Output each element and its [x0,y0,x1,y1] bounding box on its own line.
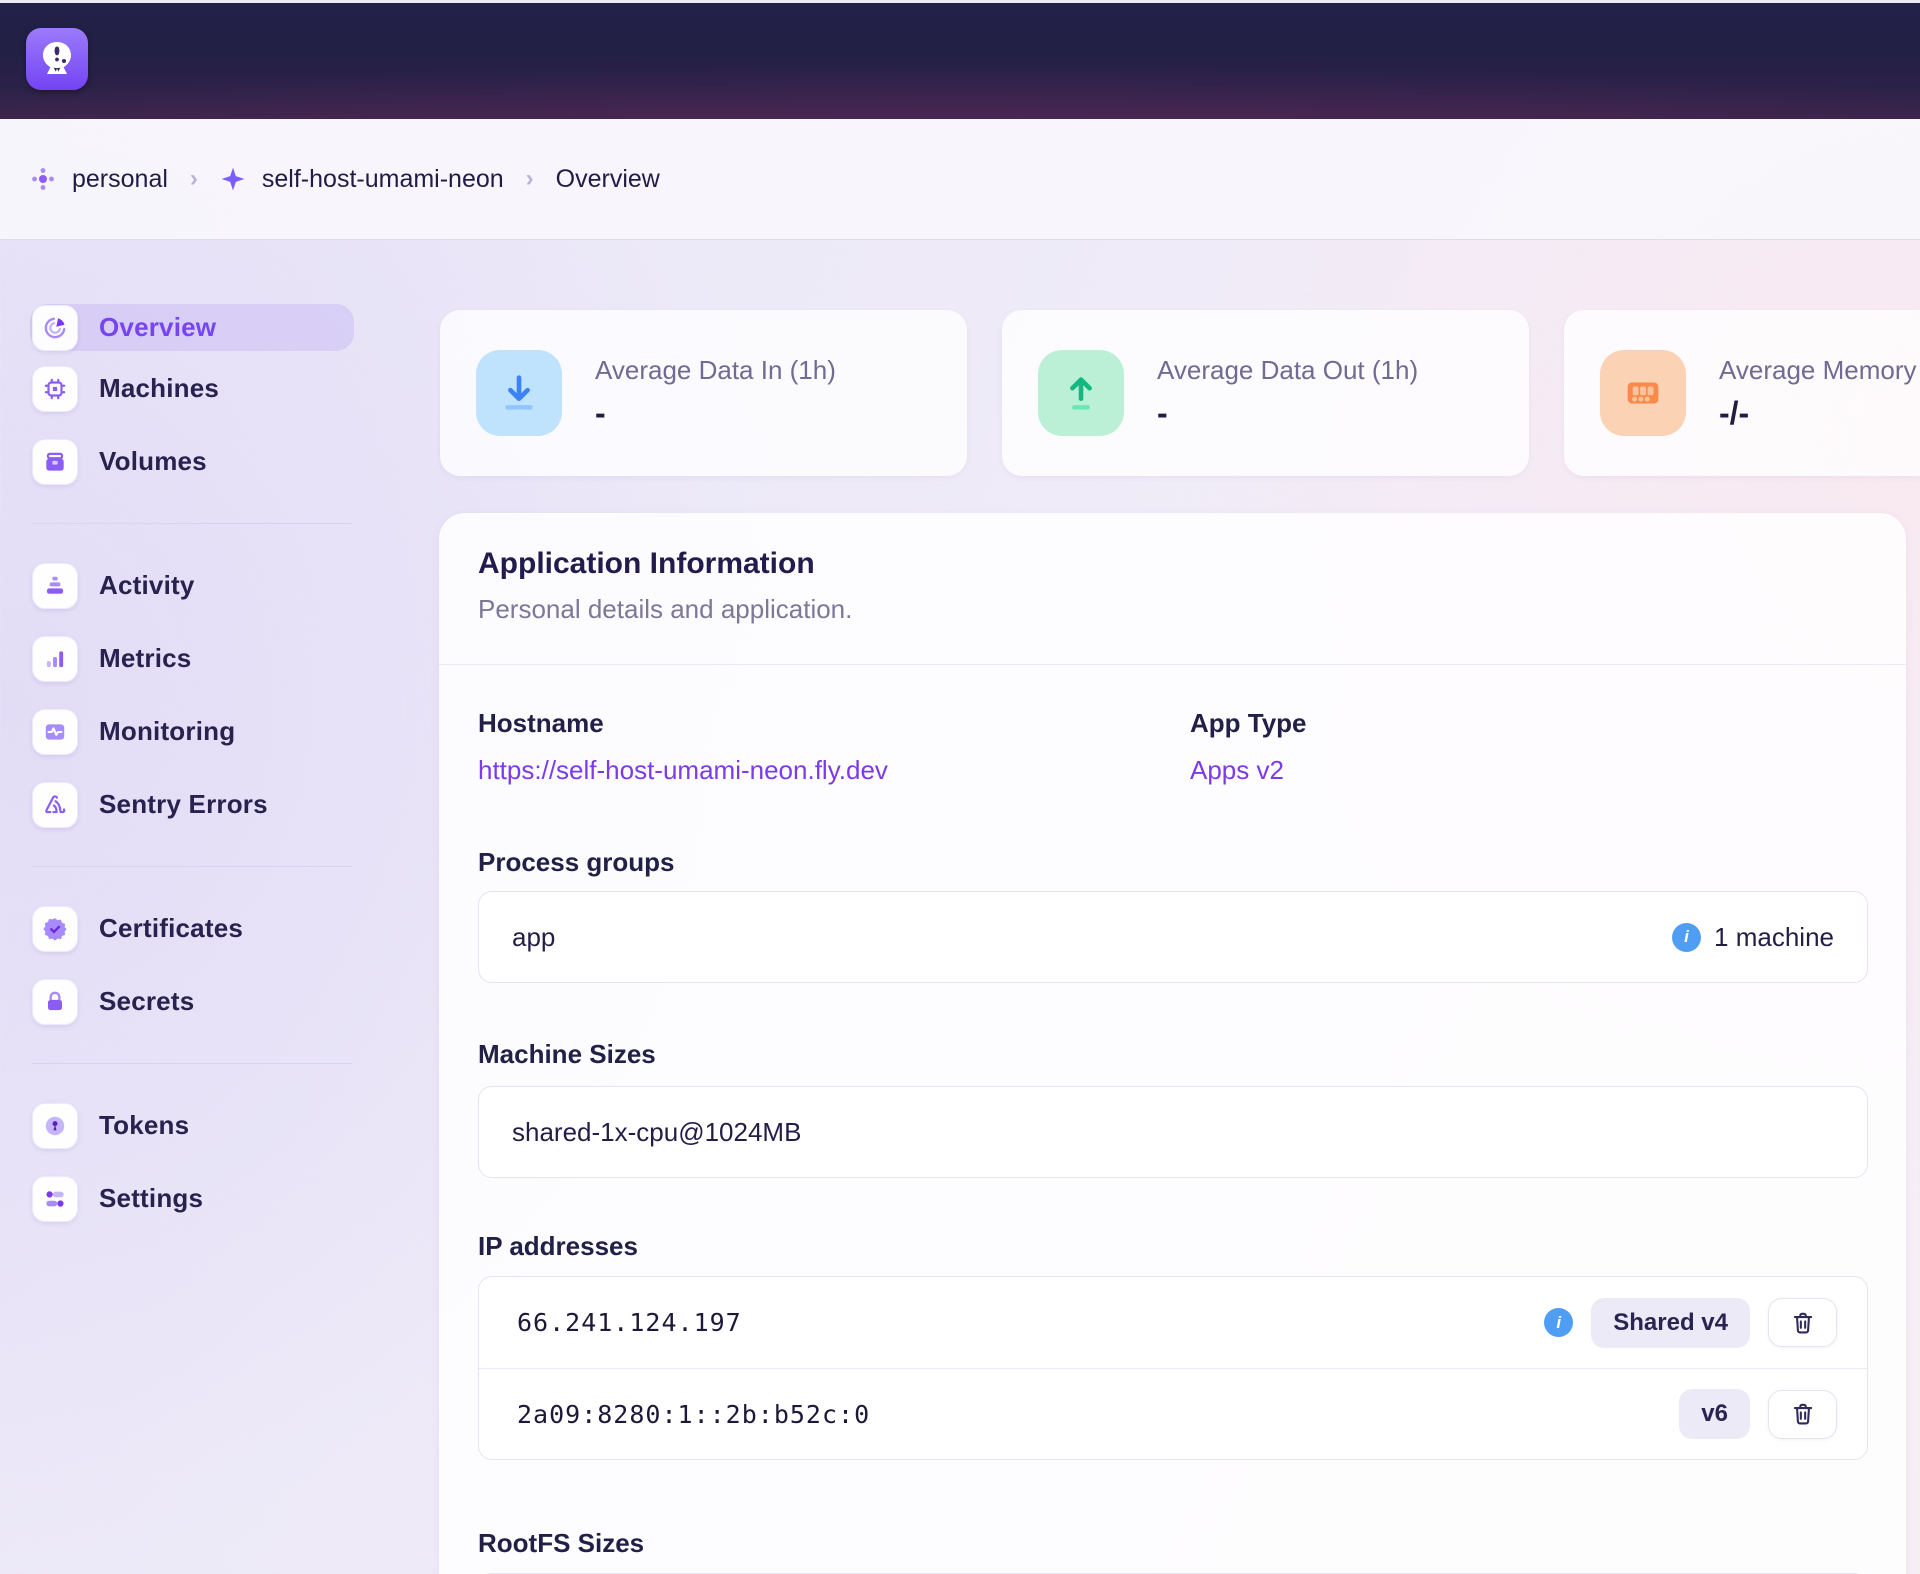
sidebar-item-machines[interactable]: Machines [32,365,352,412]
sidebar-divider [32,866,352,867]
breadcrumb-page-label: Overview [556,165,660,194]
sidebar-item-label: Volumes [99,446,207,477]
app-type-link[interactable]: Apps v2 [1190,755,1868,786]
download-arrow-icon [476,350,562,436]
memory-chip-icon [1600,350,1686,436]
sidebar-item-settings[interactable]: Settings [32,1175,352,1222]
trash-icon [1790,1310,1816,1336]
fly-logo[interactable] [26,28,88,90]
stat-card-data-out: Average Data Out (1h) - [1002,310,1529,476]
padlock-icon [32,979,78,1025]
sidebar-item-sentry-errors[interactable]: Sentry Errors [32,781,352,828]
cpu-chip-icon [32,366,78,412]
sidebar-item-secrets[interactable]: Secrets [32,978,352,1025]
app-type-label: App Type [1190,708,1868,739]
ip-addresses-box: 66.241.124.197 i Shared v4 2a09:8280:1::… [478,1276,1868,1460]
keyhole-icon [32,1103,78,1149]
sidebar-divider [32,1063,352,1064]
panel-title: Application Information [478,547,1868,581]
stat-card-data-in: Average Data In (1h) - [440,310,967,476]
stat-card-title: Average Memory [1719,355,1917,386]
stat-card-title: Average Data In (1h) [595,355,836,386]
sidebar-item-tokens[interactable]: Tokens [32,1102,352,1149]
breadcrumb-app[interactable]: self-host-umami-neon [220,165,504,194]
delete-ip-button[interactable] [1768,1298,1837,1347]
ip-type-badge: v6 [1679,1389,1750,1439]
breadcrumb-page[interactable]: Overview [556,165,660,194]
panel-subtitle: Personal details and application. [478,594,1868,625]
sidebar-item-label: Activity [99,570,195,601]
storage-box-icon [32,439,78,485]
trash-icon [1790,1401,1816,1427]
process-group-row: app i 1 machine [478,891,1868,983]
ip-row-v6: 2a09:8280:1::2b:b52c:0 v6 [479,1368,1867,1459]
sidebar-divider [32,523,352,524]
sentry-logo-icon [32,782,78,828]
ip-row-v4: 66.241.124.197 i Shared v4 [479,1277,1867,1368]
stat-card-value: -/- [1719,395,1917,432]
machine-sizes-label: Machine Sizes [478,1039,1868,1070]
ip-address-value: 2a09:8280:1::2b:b52c:0 [517,1400,870,1429]
hostname-apptype-row: Hostname https://self-host-umami-neon.fl… [478,708,1868,786]
delete-ip-button[interactable] [1768,1390,1837,1439]
application-information-panel: Application Information Personal details… [439,513,1906,1574]
rosette-check-icon [32,906,78,952]
sidebar-item-label: Metrics [99,643,191,674]
pulse-monitor-icon [32,709,78,755]
ip-addresses-label: IP addresses [478,1231,1868,1262]
upload-arrow-icon [1038,350,1124,436]
sidebar-item-label: Overview [99,312,216,343]
sidebar: Overview Machines Volumes [32,316,352,1222]
sidebar-item-activity[interactable]: Activity [32,562,352,609]
chevron-right-icon: › [526,165,534,193]
balloon-icon [35,37,79,81]
sidebar-item-metrics[interactable]: Metrics [32,635,352,682]
hostname-field: Hostname https://self-host-umami-neon.fl… [478,708,1190,786]
info-icon[interactable]: i [1544,1308,1573,1337]
app-type-field: App Type Apps v2 [1190,708,1868,786]
sidebar-item-label: Monitoring [99,716,235,747]
cairn-stack-icon [32,563,78,609]
sidebar-item-label: Secrets [99,986,194,1017]
sidebar-item-volumes[interactable]: Volumes [32,438,352,485]
machine-size-value: shared-1x-cpu@1024MB [512,1117,801,1148]
breadcrumb-org-label: personal [72,165,168,194]
sidebar-item-label: Tokens [99,1110,189,1141]
app-header [0,3,1920,119]
org-dots-icon [30,166,56,192]
chevron-right-icon: › [190,165,198,193]
breadcrumb: personal › self-host-umami-neon › Overvi… [0,119,1920,240]
breadcrumb-app-label: self-host-umami-neon [262,165,504,194]
sidebar-item-label: Certificates [99,913,243,944]
ip-type-badge: Shared v4 [1591,1298,1750,1348]
sidebar-item-certificates[interactable]: Certificates [32,905,352,952]
bar-chart-icon [32,636,78,682]
sidebar-item-monitoring[interactable]: Monitoring [32,708,352,755]
sparkle-icon [220,166,246,192]
panel-divider [439,664,1906,665]
process-groups-label: Process groups [478,847,1868,878]
hostname-link[interactable]: https://self-host-umami-neon.fly.dev [478,755,1190,786]
machine-size-row: shared-1x-cpu@1024MB [478,1086,1868,1178]
process-group-name: app [512,922,555,953]
sidebar-item-overview[interactable]: Overview [30,304,354,351]
hostname-label: Hostname [478,708,1190,739]
rootfs-sizes-label: RootFS Sizes [478,1528,1868,1559]
stat-card-title: Average Data Out (1h) [1157,355,1418,386]
ip-address-value: 66.241.124.197 [517,1308,742,1337]
stat-card-value: - [595,395,836,432]
process-group-machines: 1 machine [1714,922,1834,953]
sidebar-item-label: Settings [99,1183,203,1214]
sidebar-item-label: Sentry Errors [99,789,268,820]
toggles-icon [32,1176,78,1222]
sidebar-item-label: Machines [99,373,219,404]
stat-card-value: - [1157,395,1418,432]
breadcrumb-org[interactable]: personal [30,165,168,194]
pie-chart-icon [32,305,78,351]
info-icon[interactable]: i [1672,923,1701,952]
stat-card-memory: Average Memory -/- [1564,310,1920,476]
